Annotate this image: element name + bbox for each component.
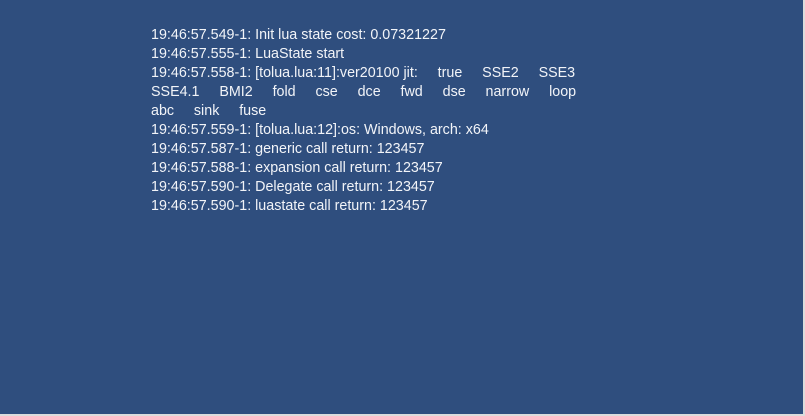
log-line: abc sink fuse xyxy=(151,103,267,119)
log-line: 19:46:57.590-1: luastate call return: 12… xyxy=(151,198,428,214)
log-line: 19:46:57.590-1: Delegate call return: 12… xyxy=(151,179,435,195)
log-output: 19:46:57.549-1: Init lua state cost: 0.0… xyxy=(151,26,651,216)
log-line: 19:46:57.549-1: Init lua state cost: 0.0… xyxy=(151,27,446,43)
log-line: 19:46:57.558-1: [tolua.lua:11]:ver20100 … xyxy=(151,65,576,81)
log-line: SSE4.1 BMI2 fold cse dce fwd dse narrow … xyxy=(151,84,577,100)
log-line: 19:46:57.555-1: LuaState start xyxy=(151,46,345,62)
log-line: 19:46:57.559-1: [tolua.lua:12]:os: Windo… xyxy=(151,122,489,138)
game-view-window: 19:46:57.549-1: Init lua state cost: 0.0… xyxy=(0,0,805,416)
log-line: 19:46:57.588-1: expansion call return: 1… xyxy=(151,160,443,176)
log-line: 19:46:57.587-1: generic call return: 123… xyxy=(151,141,425,157)
